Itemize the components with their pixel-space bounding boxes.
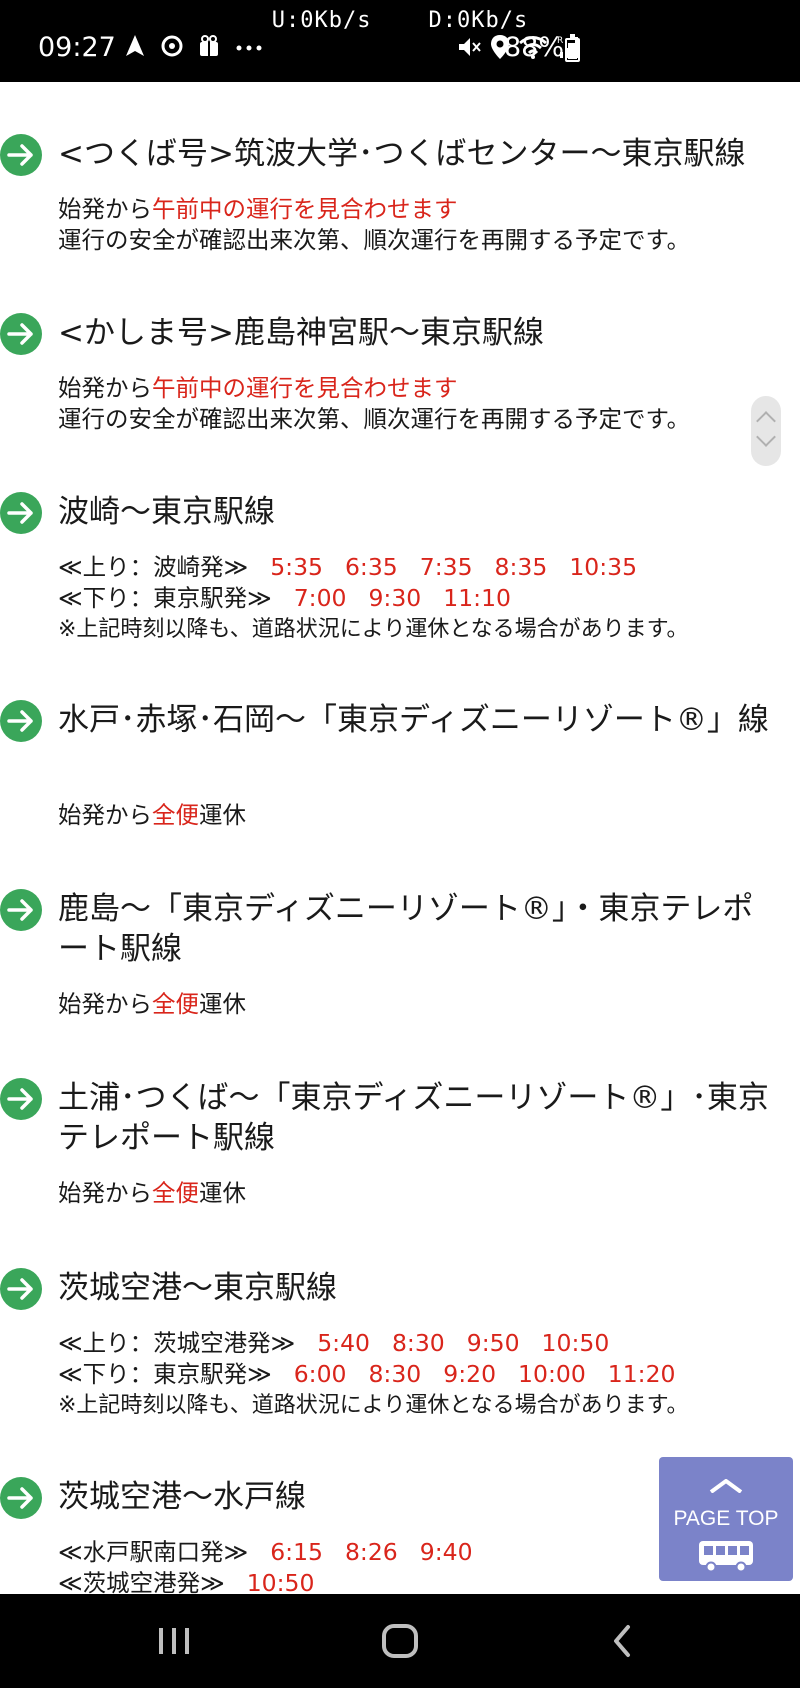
status-suffix: 運休 [199,1179,246,1207]
route-schedule: ≪上り：茨城空港発≫ 5:40 8:30 9:50 10:50 ≪下り：東京駅発≫ 6:0… [58,1328,788,1421]
schedule-label: ≪茨城空港発≫ [58,1569,225,1594]
departure-time: 10:35 [569,553,638,581]
recent-apps-icon [159,1628,189,1654]
route-note: ※上記時刻以降も、道路状況により運休となる場合があります。 [58,617,689,642]
schedule-label: ≪下り：東京駅発≫ [58,584,272,612]
departure-time: 8:26 [344,1538,398,1566]
departure-time: 10:50 [246,1569,315,1594]
clock: 09:27 [38,32,116,63]
bus-icon [699,1541,753,1573]
departure-time: 6:35 [344,553,398,581]
status-highlight: 全便 [152,801,199,829]
back-button[interactable] [562,1594,682,1688]
mute-icon [459,38,481,56]
departure-time: 8:35 [494,553,548,581]
page-top-label: PAGE TOP [673,1507,779,1530]
status-highlight: 午前中の運行を見合わせます [152,195,458,223]
schedule-label: ≪水戸駅南口発≫ [58,1538,249,1566]
departure-time: 10:00 [518,1360,586,1388]
status-prefix: 始発から [58,801,152,829]
schedule-label: ≪上り：波崎発≫ [58,553,249,581]
route-title: 波崎〜東京駅線 [58,494,275,530]
status-prefix: 始発から [58,374,152,402]
schedule-row: ≪下り：東京駅発≫ 7:00 9:30 11:10 [58,583,788,614]
departure-time: 6:00 [293,1360,347,1388]
navigation-icon [126,35,144,56]
route-schedule: ≪上り：波崎発≫ 5:35 6:35 7:35 8:35 10:35 ≪下り：東京駅発≫ 7… [58,552,788,645]
sync-icon [161,35,183,57]
arrow-right-icon [0,313,42,355]
battery-percentage: 88% [504,32,565,63]
schedule-label: ≪上り：茨城空港発≫ [58,1329,296,1357]
route-status: 始発から午前中の運行を見合わせます 運行の安全が確認出来次第、順次運行を再開する… [58,194,788,256]
status-highlight: 午前中の運行を見合わせます [152,374,458,402]
departure-time: 7:35 [419,553,473,581]
route-status: 始発から午前中の運行を見合わせます 運行の安全が確認出来次第、順次運行を再開する… [58,373,788,435]
recent-apps-button[interactable] [114,1594,234,1688]
route-title: 水戸･赤塚･石岡〜「東京ディズニーリゾート®」線 [58,702,769,738]
departure-time: 9:30 [368,584,422,612]
status-prefix: 始発から [58,195,152,223]
departure-time: 10:50 [541,1329,610,1357]
home-icon [382,1624,418,1658]
scroll-handle[interactable] [751,396,781,466]
route-status: 始発から全便運休 [58,800,788,831]
route-note: 運行の安全が確認出来次第、順次運行を再開する予定です。 [58,226,691,254]
route-title: 鹿島〜「東京ディズニーリゾート®」・東京テレポート駅線 [58,891,754,967]
status-highlight: 全便 [152,1179,199,1207]
departure-time: 11:20 [607,1360,676,1388]
arrow-right-icon [0,1268,42,1310]
schedule-label: ≪下り：東京駅発≫ [58,1360,272,1388]
route-status: 始発から全便運休 [58,989,788,1020]
gift-icon [200,35,218,56]
schedule-row: ≪上り：茨城空港発≫ 5:40 8:30 9:50 10:50 [58,1328,788,1359]
schedule-row: ≪下り：東京駅発≫ 6:00 8:30 9:20 10:00 11:20 [58,1359,788,1390]
status-suffix: 運休 [199,801,246,829]
route-status: 始発から全便運休 [58,1178,788,1209]
route-note: 運行の安全が確認出来次第、順次運行を再開する予定です。 [58,405,691,433]
departure-time: 5:40 [317,1329,370,1357]
status-prefix: 始発から [58,990,152,1018]
chevron-down-icon [756,427,776,447]
route-title: <かしま号>鹿島神宮駅〜東京駅線 [58,315,544,351]
departure-time: 8:30 [391,1329,445,1357]
status-highlight: 全便 [152,990,199,1018]
route-title: <つくば号>筑波大学･つくばセンター〜東京駅線 [58,136,746,172]
battery-icon [565,34,580,62]
network-speed: U:0Kb/s D:0Kb/s [271,8,529,33]
status-suffix: 運休 [199,990,246,1018]
more-icon [236,45,262,51]
departure-time: 11:10 [443,584,511,612]
route-status-list[interactable]: <つくば号>筑波大学･つくばセンター〜東京駅線 始発から午前中の運行を見合わせま… [0,82,800,1594]
route-note: ※上記時刻以降も、道路状況により運休となる場合があります。 [58,1393,689,1418]
departure-time: 9:20 [443,1360,497,1388]
departure-time: 9:40 [419,1538,473,1566]
page-top-button[interactable]: PAGE TOP [659,1457,793,1581]
back-icon [614,1625,630,1657]
chevron-up-icon [709,1479,743,1493]
navigation-bar [0,1594,800,1688]
departure-time: 6:15 [270,1538,323,1566]
departure-time: 5:35 [270,553,323,581]
arrow-right-icon [0,700,42,742]
arrow-right-icon [0,889,42,931]
schedule-row: ≪上り：波崎発≫ 5:35 6:35 7:35 8:35 10:35 [58,552,788,583]
status-prefix: 始発から [58,1179,152,1207]
departure-time: 9:50 [466,1329,520,1357]
arrow-right-icon [0,1477,42,1519]
departure-time: 8:30 [368,1360,422,1388]
arrow-right-icon [0,1078,42,1120]
status-bar: U:0Kb/s D:0Kb/s 09:27 R 88% [0,0,800,82]
route-title: 土浦･つくば〜「東京ディズニーリゾート®」･東京テレポート駅線 [58,1080,769,1156]
route-title: 茨城空港〜東京駅線 [58,1270,337,1306]
home-button[interactable] [340,1594,460,1688]
departure-time: 7:00 [293,584,347,612]
arrow-right-icon [0,134,42,176]
arrow-right-icon [0,492,42,534]
